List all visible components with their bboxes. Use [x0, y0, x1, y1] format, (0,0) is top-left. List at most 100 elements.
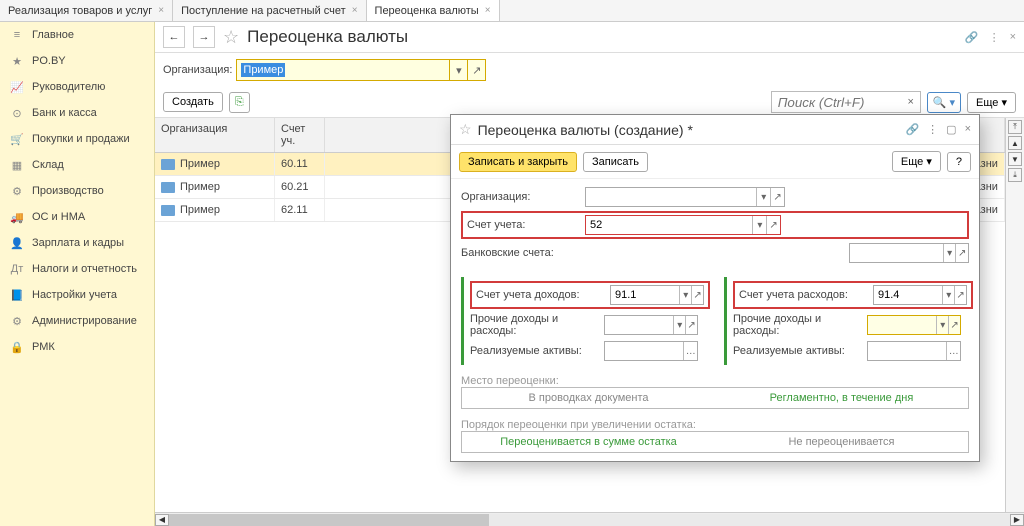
expense-acct-field[interactable]: [874, 289, 942, 301]
dlg-acct-field[interactable]: [586, 219, 752, 231]
income-assets-field[interactable]: [605, 345, 683, 357]
save-button[interactable]: Записать: [583, 152, 648, 172]
tab-0[interactable]: Реализация товаров и услуг×: [0, 0, 173, 21]
favorite-icon[interactable]: ☆: [459, 121, 472, 138]
book-icon: 📘: [10, 288, 24, 302]
favorite-icon[interactable]: ☆: [223, 27, 239, 48]
chevron-down-icon[interactable]: ▾: [936, 316, 948, 334]
expense-acct-input[interactable]: ▾ ↗: [873, 285, 967, 305]
sidebar-production[interactable]: ⚙Производство: [0, 178, 154, 204]
chevron-down-icon[interactable]: ▾: [679, 286, 691, 304]
open-icon[interactable]: ↗: [954, 286, 966, 304]
open-icon[interactable]: ↗: [955, 244, 968, 262]
cart-icon: 🛒: [10, 132, 24, 146]
cell-org: Пример: [180, 181, 220, 193]
sidebar-taxes[interactable]: ДтНалоги и отчетность: [0, 256, 154, 282]
sidebar-assets[interactable]: 🚚ОС и НМА: [0, 204, 154, 230]
expense-other-field[interactable]: [868, 319, 936, 331]
income-assets-input[interactable]: …: [604, 341, 698, 361]
scroll-left-icon[interactable]: ◀: [155, 514, 169, 526]
dlg-bank-input[interactable]: ▾ ↗: [849, 243, 969, 263]
maximize-icon[interactable]: ▢: [946, 123, 956, 136]
search-box[interactable]: ×: [771, 91, 921, 113]
dlg-org-input[interactable]: ▾ ↗: [585, 187, 785, 207]
close-icon[interactable]: ×: [352, 5, 358, 16]
income-acct-input[interactable]: ▾ ↗: [610, 285, 704, 305]
close-icon[interactable]: ×: [965, 123, 971, 136]
chevron-down-icon[interactable]: ▾: [673, 316, 685, 334]
close-icon[interactable]: ×: [1010, 31, 1016, 44]
nav-forward-button[interactable]: →: [193, 26, 215, 48]
chevron-down-icon[interactable]: ▾: [942, 286, 954, 304]
sidebar-main[interactable]: ≡Главное: [0, 22, 154, 48]
scroll-thumb[interactable]: [169, 514, 489, 526]
more-vert-icon[interactable]: ⋮: [989, 31, 1000, 44]
chevron-down-icon[interactable]: ▾: [449, 60, 467, 80]
link-icon[interactable]: 🔗: [965, 31, 979, 44]
tab-2[interactable]: Переоценка валюты×: [367, 0, 500, 21]
scroll-right-icon[interactable]: ▶: [1010, 514, 1024, 526]
sidebar-hr[interactable]: 👤Зарплата и кадры: [0, 230, 154, 256]
chevron-down-icon[interactable]: ▾: [943, 244, 956, 262]
ellipsis-icon[interactable]: …: [946, 342, 960, 360]
place-opt-0[interactable]: В проводках документа: [462, 388, 715, 408]
sidebar-label: Склад: [32, 159, 64, 171]
page-title: Переоценка валюты: [247, 27, 408, 47]
scroll-down-icon[interactable]: ▼: [1008, 152, 1022, 166]
h-scrollbar[interactable]: ◀ ▶: [155, 512, 1024, 526]
more-vert-icon[interactable]: ⋮: [927, 123, 938, 136]
sidebar-admin[interactable]: ⚙Администрирование: [0, 308, 154, 334]
col-org[interactable]: Организация: [155, 118, 275, 152]
order-opt-0[interactable]: Переоценивается в сумме остатка: [462, 432, 715, 452]
nav-back-button[interactable]: ←: [163, 26, 185, 48]
open-icon[interactable]: ↗: [685, 316, 697, 334]
search-input[interactable]: [772, 95, 902, 110]
income-other-field[interactable]: [605, 319, 673, 331]
create-button[interactable]: Создать: [163, 92, 223, 112]
more-button[interactable]: Еще ▾: [967, 92, 1016, 113]
link-icon[interactable]: 🔗: [905, 123, 919, 136]
scroll-top-icon[interactable]: ⤒: [1008, 120, 1022, 134]
expense-acct-label: Счет учета расходов:: [739, 289, 869, 301]
open-icon[interactable]: ↗: [467, 60, 485, 80]
sidebar-rmk[interactable]: 🔒РМК: [0, 334, 154, 360]
close-icon[interactable]: ×: [485, 5, 491, 16]
copy-button[interactable]: ⎘: [229, 92, 250, 113]
open-icon[interactable]: ↗: [948, 316, 960, 334]
expense-other-input[interactable]: ▾ ↗: [867, 315, 961, 335]
save-close-button[interactable]: Записать и закрыть: [459, 152, 577, 172]
col-acct[interactable]: Счет уч.: [275, 118, 325, 152]
chevron-down-icon[interactable]: ▾: [752, 216, 766, 234]
search-button[interactable]: 🔍 ▾: [927, 92, 961, 113]
scroll-bottom-icon[interactable]: ⤓: [1008, 168, 1022, 182]
chevron-down-icon[interactable]: ▾: [756, 188, 770, 206]
place-segment: В проводках документа Регламентно, в теч…: [461, 387, 969, 409]
clear-icon[interactable]: ×: [902, 92, 920, 112]
scroll-up-icon[interactable]: ▲: [1008, 136, 1022, 150]
dlg-org-field[interactable]: [586, 191, 756, 203]
open-icon[interactable]: ↗: [766, 216, 780, 234]
expense-assets-field[interactable]: [868, 345, 946, 357]
dialog-title: Переоценка валюты (создание) *: [478, 122, 693, 138]
place-opt-1[interactable]: Регламентно, в течение дня: [715, 388, 968, 408]
close-icon[interactable]: ×: [158, 5, 164, 16]
sidebar-settings[interactable]: 📘Настройки учета: [0, 282, 154, 308]
tab-1[interactable]: Поступление на расчетный счет×: [173, 0, 366, 21]
income-acct-field[interactable]: [611, 289, 679, 301]
open-icon[interactable]: ↗: [691, 286, 703, 304]
open-icon[interactable]: ↗: [770, 188, 784, 206]
sidebar-poby[interactable]: ★PO.BY: [0, 48, 154, 74]
sidebar-bank[interactable]: ⊙Банк и касса: [0, 100, 154, 126]
ellipsis-icon[interactable]: …: [683, 342, 697, 360]
help-button[interactable]: ?: [947, 152, 971, 172]
dlg-bank-field[interactable]: [850, 247, 943, 259]
org-field[interactable]: Пример ▾ ↗: [236, 59, 486, 81]
sidebar-manager[interactable]: 📈Руководителю: [0, 74, 154, 100]
expense-assets-input[interactable]: …: [867, 341, 961, 361]
order-opt-1[interactable]: Не переоценивается: [715, 432, 968, 452]
income-other-input[interactable]: ▾ ↗: [604, 315, 698, 335]
sidebar-purchases[interactable]: 🛒Покупки и продажи: [0, 126, 154, 152]
more-button[interactable]: Еще ▾: [892, 151, 941, 172]
sidebar-warehouse[interactable]: ▦Склад: [0, 152, 154, 178]
dlg-acct-input[interactable]: ▾ ↗: [585, 215, 781, 235]
